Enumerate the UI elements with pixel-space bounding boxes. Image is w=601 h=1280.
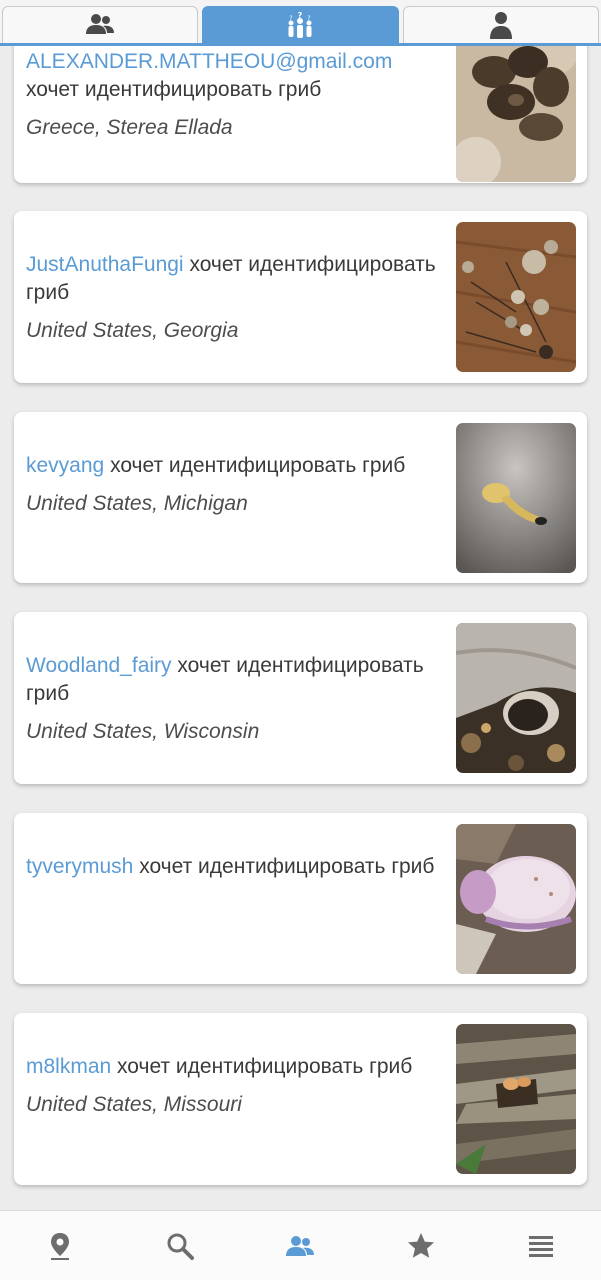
nav-favorites[interactable] bbox=[391, 1216, 451, 1276]
feed-card[interactable]: m8lkman хочет идентифицировать гриб Unit… bbox=[14, 1013, 587, 1185]
community-icon bbox=[286, 1235, 315, 1256]
app-screen: ? ? ? ALEXANDER.MATTHEOU@gmail.com хочет… bbox=[0, 0, 601, 1280]
map-pin-icon bbox=[51, 1232, 70, 1260]
username-link[interactable]: m8lkman bbox=[26, 1055, 111, 1078]
svg-text:?: ? bbox=[308, 15, 311, 22]
community-question-icon: ? ? ? bbox=[288, 11, 312, 38]
username-link[interactable]: tyverymush bbox=[26, 855, 133, 878]
mushroom-photo[interactable] bbox=[456, 423, 576, 573]
location-text: United States, Missouri bbox=[26, 1093, 242, 1116]
search-icon bbox=[167, 1233, 195, 1260]
action-text: хочет идентифицировать гриб bbox=[117, 1055, 413, 1078]
feed-card[interactable]: tyverymush хочет идентифицировать гриб bbox=[14, 813, 587, 984]
star-icon bbox=[407, 1232, 434, 1258]
card-headline: Woodland_fairy хочет идентифицировать гр… bbox=[26, 652, 436, 708]
mushroom-photo[interactable] bbox=[456, 824, 576, 974]
mushroom-photo[interactable] bbox=[456, 46, 576, 182]
location-text: United States, Georgia bbox=[26, 319, 239, 342]
tab-friends[interactable] bbox=[2, 6, 199, 43]
username-link[interactable]: ALEXANDER.MATTHEOU@gmail.com bbox=[26, 50, 392, 73]
location-text: United States, Michigan bbox=[26, 492, 248, 515]
action-text: хочет идентифицировать гриб bbox=[26, 78, 322, 101]
feed-card[interactable]: ALEXANDER.MATTHEOU@gmail.com хочет идент… bbox=[14, 46, 587, 183]
action-text: хочет идентифицировать гриб bbox=[110, 454, 406, 477]
mushroom-photo[interactable] bbox=[456, 623, 576, 773]
nav-map[interactable] bbox=[30, 1216, 90, 1276]
username-link[interactable]: JustAnuthaFungi bbox=[26, 253, 184, 276]
card-headline: m8lkman хочет идентифицировать гриб bbox=[26, 1053, 436, 1081]
mushroom-photo[interactable] bbox=[456, 222, 576, 372]
feed-card[interactable]: Woodland_fairy хочет идентифицировать гр… bbox=[14, 612, 587, 784]
users-icon bbox=[86, 14, 115, 34]
nav-search[interactable] bbox=[150, 1216, 210, 1276]
tab-profile[interactable] bbox=[402, 6, 599, 43]
card-headline: JustAnuthaFungi хочет идентифицировать г… bbox=[26, 251, 436, 307]
card-headline: tyverymush хочет идентифицировать гриб bbox=[26, 853, 436, 881]
mushroom-photo[interactable] bbox=[456, 1024, 576, 1174]
user-icon bbox=[489, 12, 512, 39]
username-link[interactable]: Woodland_fairy bbox=[26, 654, 172, 677]
tab-community[interactable]: ? ? ? bbox=[202, 6, 399, 43]
bottom-navigation bbox=[0, 1210, 601, 1280]
username-link[interactable]: kevyang bbox=[26, 454, 104, 477]
card-headline: kevyang хочет идентифицировать гриб bbox=[26, 452, 436, 480]
identification-feed: ALEXANDER.MATTHEOU@gmail.com хочет идент… bbox=[0, 46, 601, 1210]
nav-community[interactable] bbox=[270, 1216, 330, 1276]
location-text: Greece, Sterea Ellada bbox=[26, 116, 233, 139]
menu-icon bbox=[528, 1235, 553, 1257]
feed-card[interactable]: JustAnuthaFungi хочет идентифицировать г… bbox=[14, 211, 587, 383]
svg-text:?: ? bbox=[290, 15, 293, 22]
card-headline: ALEXANDER.MATTHEOU@gmail.com хочет идент… bbox=[26, 48, 436, 104]
feed-card[interactable]: kevyang хочет идентифицировать гриб Unit… bbox=[14, 412, 587, 583]
nav-menu[interactable] bbox=[511, 1216, 571, 1276]
top-tab-bar: ? ? ? bbox=[0, 0, 601, 46]
action-text: хочет идентифицировать гриб bbox=[139, 855, 435, 878]
location-text: United States, Wisconsin bbox=[26, 720, 260, 743]
